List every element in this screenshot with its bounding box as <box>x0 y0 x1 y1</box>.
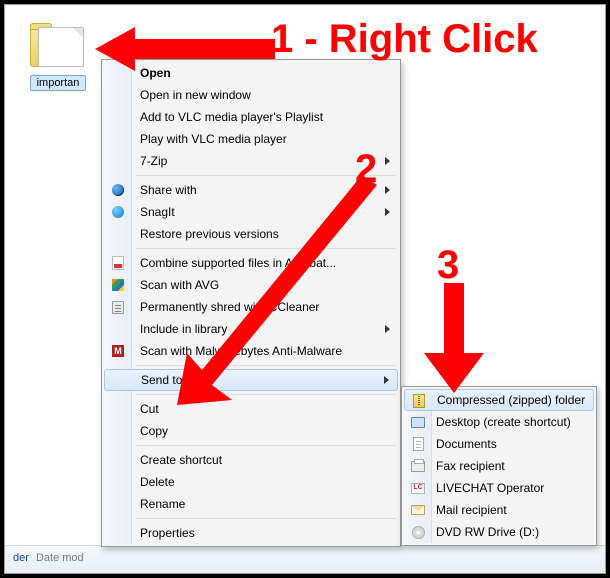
livechat-icon: LC <box>410 480 426 496</box>
menu-7zip[interactable]: 7-Zip <box>104 150 398 172</box>
annotation-text-3: 3 <box>437 243 459 288</box>
snagit-icon <box>110 204 126 220</box>
documents-icon <box>410 436 426 452</box>
folder-icon <box>28 23 88 71</box>
dvd-icon <box>410 524 426 540</box>
menu-restore-versions[interactable]: Restore previous versions <box>104 223 398 245</box>
folder-item[interactable]: importan <box>19 23 97 94</box>
send-to-submenu: Compressed (zipped) folder Desktop (crea… <box>401 386 597 546</box>
share-icon <box>110 182 126 198</box>
details-modified-label: Date mod <box>36 552 84 564</box>
menu-acrobat-combine[interactable]: Combine supported files in Acrobat... <box>104 252 398 274</box>
menu-shred-ccleaner[interactable]: Permanently shred with CCleaner <box>104 296 398 318</box>
sendto-compressed-folder[interactable]: Compressed (zipped) folder <box>404 389 594 411</box>
mail-icon <box>410 502 426 518</box>
details-folder-label: der <box>13 552 29 564</box>
menu-rename[interactable]: Rename <box>104 493 398 515</box>
sendto-documents[interactable]: Documents <box>404 433 594 455</box>
menu-open[interactable]: Open <box>104 62 398 84</box>
menu-play-vlc[interactable]: Play with VLC media player <box>104 128 398 150</box>
menu-share-with[interactable]: Share with <box>104 179 398 201</box>
desktop-icon <box>410 414 426 430</box>
submenu-arrow-icon <box>385 208 390 216</box>
fax-icon <box>410 458 426 474</box>
menu-scan-malwarebytes[interactable]: M Scan with Malwarebytes Anti-Malware <box>104 340 398 362</box>
menu-copy[interactable]: Copy <box>104 420 398 442</box>
menu-scan-avg[interactable]: Scan with AVG <box>104 274 398 296</box>
sendto-fax[interactable]: Fax recipient <box>404 455 594 477</box>
submenu-arrow-icon <box>385 325 390 333</box>
menu-properties[interactable]: Properties <box>104 522 398 544</box>
avg-icon <box>110 277 126 293</box>
shred-icon <box>110 299 126 315</box>
annotation-text-1: 1 - Right Click <box>271 17 538 62</box>
sendto-dvd-drive[interactable]: DVD RW Drive (D:) <box>404 521 594 543</box>
menu-create-shortcut[interactable]: Create shortcut <box>104 449 398 471</box>
malwarebytes-icon: M <box>110 343 126 359</box>
menu-snagit[interactable]: SnagIt <box>104 201 398 223</box>
sendto-mail[interactable]: Mail recipient <box>404 499 594 521</box>
details-bar: der Date mod <box>5 545 605 573</box>
menu-separator <box>136 248 396 249</box>
menu-cut[interactable]: Cut <box>104 398 398 420</box>
menu-include-library[interactable]: Include in library <box>104 318 398 340</box>
annotation-arrow-3 <box>419 283 489 393</box>
folder-label: importan <box>30 75 87 91</box>
menu-add-vlc-playlist[interactable]: Add to VLC media player's Playlist <box>104 106 398 128</box>
menu-separator <box>136 445 396 446</box>
menu-send-to[interactable]: Send to <box>104 369 398 391</box>
explorer-window: importan der Date mod Open Open in new w… <box>4 4 606 574</box>
menu-separator <box>136 518 396 519</box>
context-menu: Open Open in new window Add to VLC media… <box>101 59 401 547</box>
menu-separator <box>136 365 396 366</box>
zip-folder-icon <box>411 393 427 409</box>
sendto-desktop-shortcut[interactable]: Desktop (create shortcut) <box>404 411 594 433</box>
submenu-arrow-icon <box>385 186 390 194</box>
menu-separator <box>136 175 396 176</box>
acrobat-icon <box>110 255 126 271</box>
menu-open-new-window[interactable]: Open in new window <box>104 84 398 106</box>
submenu-arrow-icon <box>385 157 390 165</box>
menu-delete[interactable]: Delete <box>104 471 398 493</box>
sendto-livechat[interactable]: LC LIVECHAT Operator <box>404 477 594 499</box>
submenu-arrow-icon <box>384 376 389 384</box>
menu-separator <box>136 394 396 395</box>
